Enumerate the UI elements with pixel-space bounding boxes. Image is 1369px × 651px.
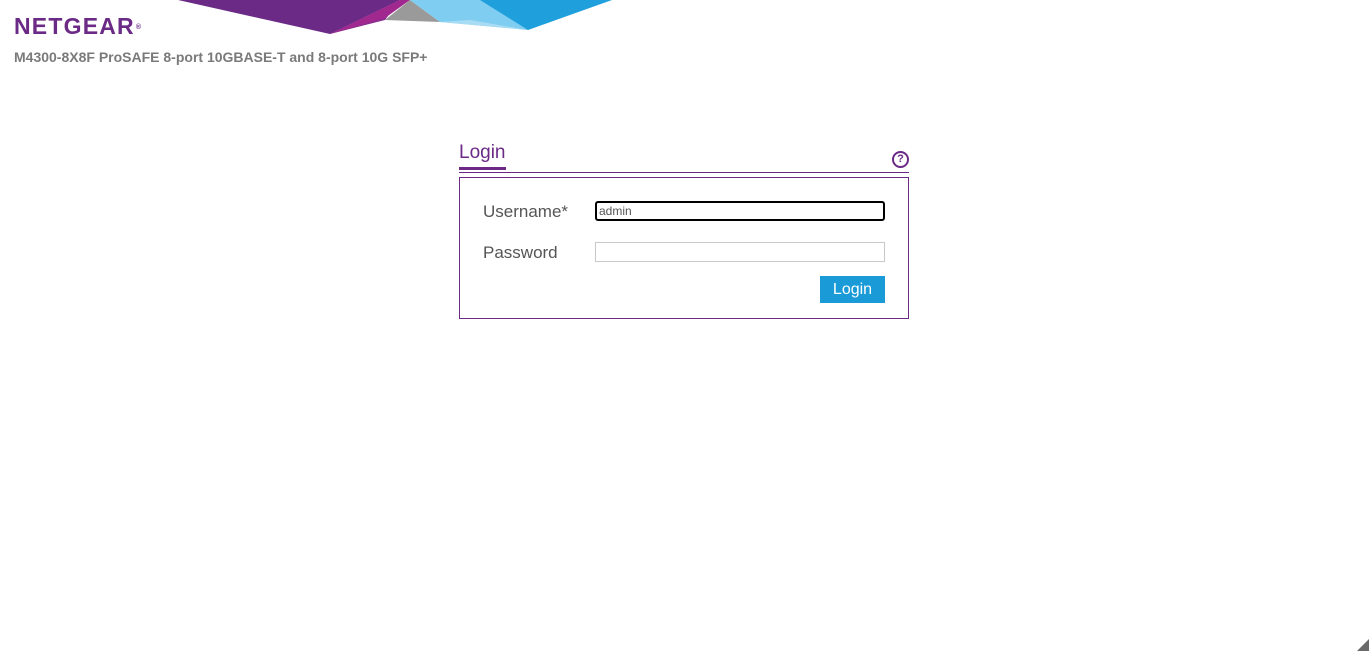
login-panel: Login ? Username* Password Login — [459, 140, 909, 319]
logo-text: NETGEAR — [14, 13, 135, 39]
login-button[interactable]: Login — [820, 276, 885, 303]
username-label: Username* — [483, 202, 569, 221]
username-input[interactable] — [595, 201, 885, 221]
resize-grip-icon[interactable] — [1355, 637, 1369, 651]
password-label: Password — [483, 243, 558, 262]
login-page: NETGEAR® M4300-8X8F ProSAFE 8-port 10GBA… — [0, 0, 1369, 651]
netgear-logo: NETGEAR® — [14, 13, 141, 39]
product-name: M4300-8X8F ProSAFE 8-port 10GBASE-T and … — [14, 49, 428, 65]
login-header: Login ? — [459, 140, 909, 173]
tab-login[interactable]: Login — [459, 142, 506, 170]
registered-mark: ® — [135, 24, 142, 31]
login-form: Username* Password Login — [459, 177, 909, 319]
question-circle-icon[interactable]: ? — [892, 151, 909, 168]
password-input[interactable] — [595, 242, 885, 262]
